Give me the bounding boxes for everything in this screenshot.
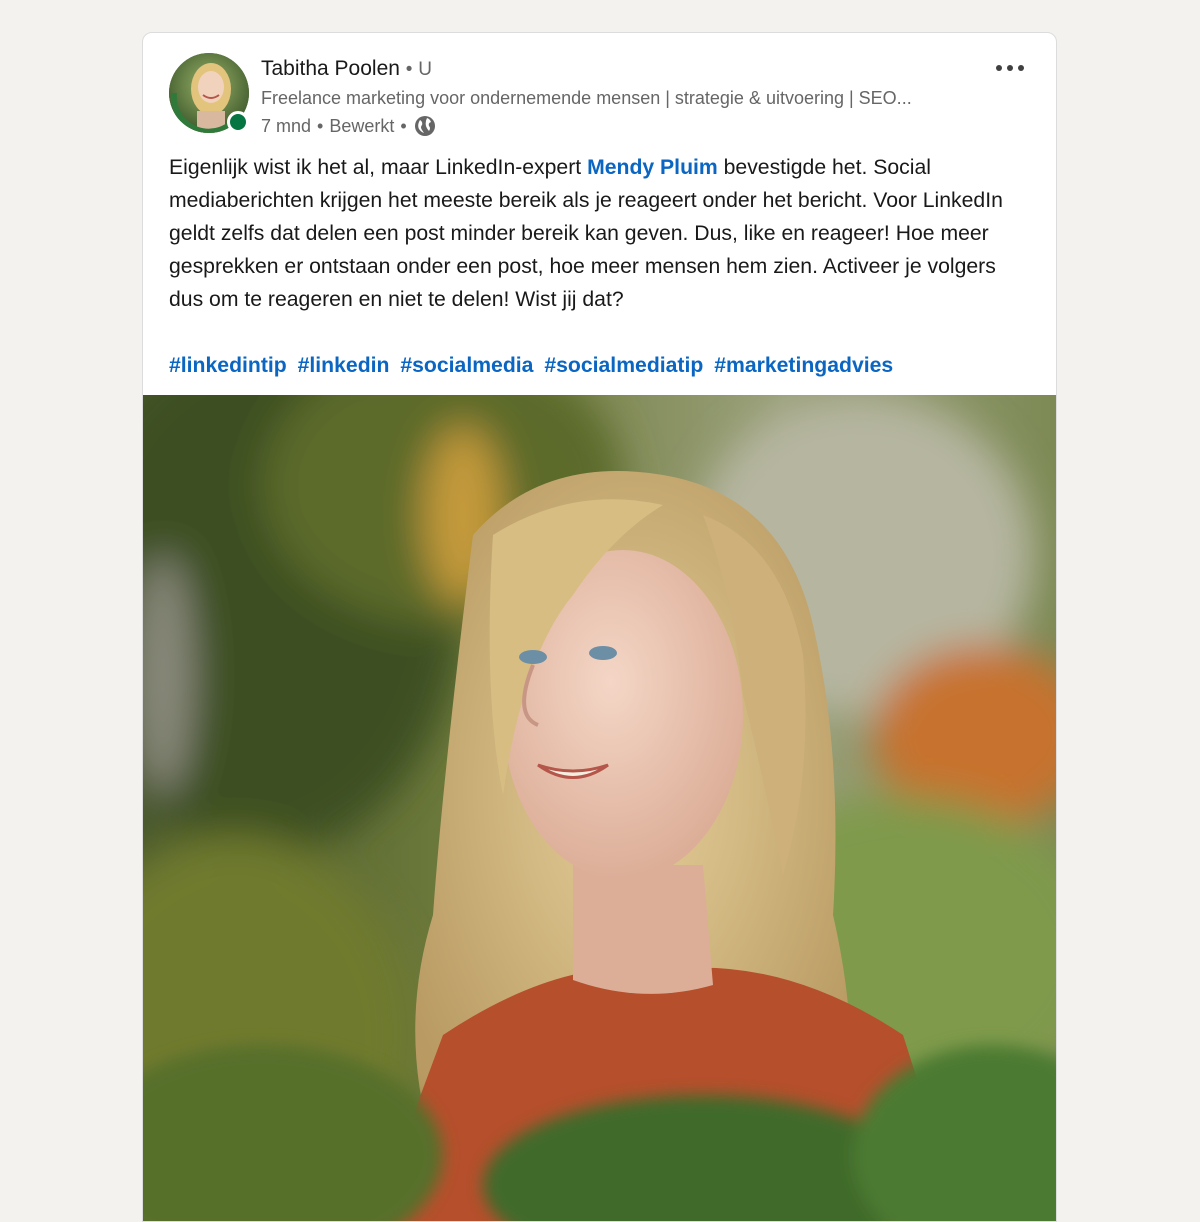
hashtag-link[interactable]: #linkedin [298,354,390,377]
hashtag-link[interactable]: #socialmedia [400,354,533,377]
post-text: Eigenlijk wist ik het al, maar LinkedIn-… [169,151,1029,316]
online-status-indicator [227,111,249,133]
hashtag-link[interactable]: #socialmediatip [544,354,703,377]
post-text-part2: bevestigde het. Social mediaberichten kr… [169,156,1003,311]
edited-label: Bewerkt [329,115,395,136]
author-headline: Freelance marketing voor ondernemende me… [261,88,912,108]
feed-post-card: Tabitha Poolen • U Freelance marketing v… [142,32,1057,1222]
hashtag-link[interactable]: #marketingadvies [714,354,893,377]
meta-separator: • [317,115,324,136]
ellipsis-icon [996,65,1002,71]
post-meta: 7 mnd • Bewerkt • [261,114,437,138]
portrait-photo [143,395,1056,1221]
post-image[interactable] [143,395,1056,1221]
hashtag-list: #linkedintip #linkedin #socialmedia #soc… [169,349,898,382]
post-text-part1: Eigenlijk wist ik het al, maar LinkedIn-… [169,156,588,179]
connection-degree: U [418,59,433,80]
author-separator: • [405,59,413,80]
hashtag-link[interactable]: #linkedintip [169,354,287,377]
post-time: 7 mnd [261,115,312,136]
more-options-button[interactable] [988,55,1032,81]
globe-icon [413,114,437,138]
author-name[interactable]: Tabitha Poolen [261,57,400,80]
mention-link[interactable]: Mendy Pluim [587,156,718,179]
post-header: Tabitha Poolen • U Freelance marketing v… [143,33,1056,153]
meta-separator-2: • [400,115,407,136]
author-line: Tabitha Poolen • U [261,57,432,81]
